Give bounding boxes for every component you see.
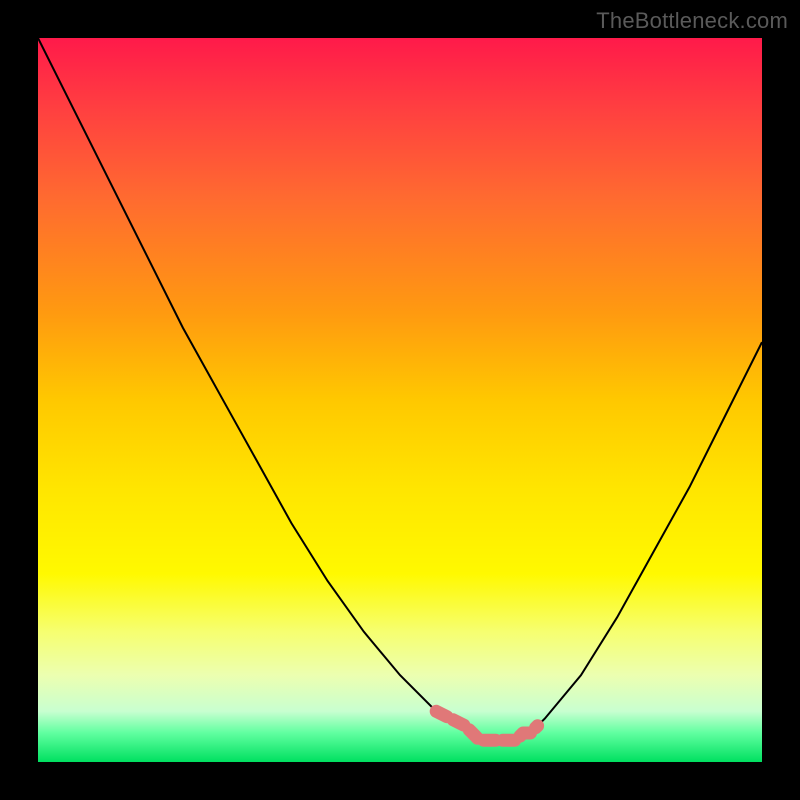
highlight-band-path: [436, 711, 537, 740]
chart-svg-overlay: [38, 38, 762, 762]
chart-container: TheBottleneck.com: [0, 0, 800, 800]
bottleneck-curve-path: [38, 38, 762, 740]
watermark-text: TheBottleneck.com: [596, 8, 788, 34]
